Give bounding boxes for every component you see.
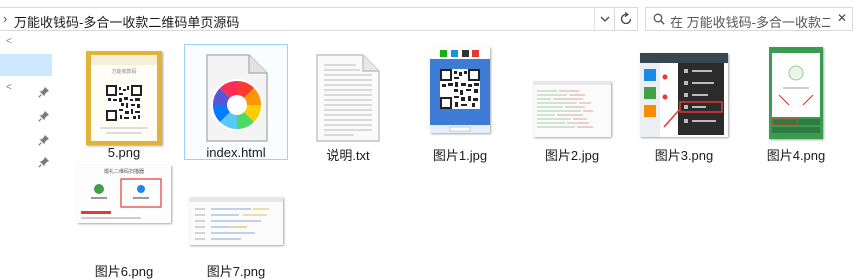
- file-name: 图片7.png: [206, 264, 266, 279]
- pin-icon[interactable]: [38, 156, 50, 168]
- image-thumbnail: [430, 47, 490, 133]
- file-name: 图片6.png: [94, 264, 154, 279]
- search-input[interactable]: 在 万能收钱码-多合一收款二...: [670, 12, 830, 31]
- address-bar[interactable]: › 万能收钱码-多合一收款二维码单页源码: [0, 7, 615, 31]
- file-item-image4-png[interactable]: 图片4.png: [744, 47, 848, 163]
- file-item-image6-png[interactable]: 婚礼二维码扫描器 图片6.png: [72, 163, 176, 279]
- address-path[interactable]: 万能收钱码-多合一收款二维码单页源码: [14, 12, 239, 31]
- file-item-5-png[interactable]: 万能收款码 5.png: [72, 47, 176, 160]
- file-item-image2-jpg[interactable]: 图片2.jpg: [520, 47, 624, 163]
- file-name: 图片1.jpg: [432, 148, 488, 163]
- file-name: 说明.txt: [326, 148, 370, 163]
- top-bar: › 万能收钱码-多合一收款二维码单页源码 在 万能收钱码-多合一收款二... ✕: [0, 0, 861, 36]
- browser-swirl-icon: [211, 79, 263, 131]
- pin-icon[interactable]: [38, 134, 50, 146]
- text-file-icon: [316, 54, 380, 142]
- thumbnail-title: 婚礼二维码扫描器: [104, 168, 144, 175]
- search-box[interactable]: 在 万能收钱码-多合一收款二... ✕: [645, 7, 853, 31]
- image-thumbnail: [640, 53, 728, 137]
- thumbnail-title: 万能收款码: [111, 68, 136, 75]
- nav-item-selected[interactable]: [0, 54, 52, 76]
- html-file-icon: [206, 54, 268, 142]
- image-thumbnail: [533, 81, 611, 137]
- refresh-icon: [620, 12, 632, 25]
- file-name: 图片4.png: [766, 148, 826, 163]
- image-thumbnail: [189, 197, 283, 245]
- file-item-readme-txt[interactable]: 说明.txt: [296, 47, 400, 163]
- image-thumbnail: [769, 47, 823, 139]
- chevron-left-icon[interactable]: <: [6, 36, 12, 47]
- chevron-down-icon[interactable]: [594, 8, 614, 30]
- search-icon: [653, 13, 665, 25]
- file-name: 5.png: [107, 145, 141, 160]
- file-name: 图片2.jpg: [544, 148, 600, 163]
- file-item-index-html[interactable]: index.html: [184, 44, 288, 160]
- file-name: index.html: [206, 145, 266, 160]
- image-thumbnail: 万能收款码: [86, 51, 162, 145]
- file-item-image7-png[interactable]: 图片7.png: [184, 163, 288, 279]
- pin-icon[interactable]: [38, 110, 50, 122]
- file-item-image3-png[interactable]: 图片3.png: [632, 47, 736, 163]
- navigation-pane: < <: [0, 36, 66, 250]
- file-name: 图片3.png: [654, 148, 714, 163]
- file-item-image1-jpg[interactable]: 图片1.jpg: [408, 47, 512, 163]
- pin-icon[interactable]: [38, 86, 50, 98]
- image-thumbnail: 婚礼二维码扫描器: [77, 165, 171, 223]
- clear-search-icon[interactable]: ✕: [837, 11, 847, 25]
- qr-code: [106, 85, 142, 121]
- refresh-button[interactable]: [614, 7, 638, 31]
- breadcrumb-separator-icon[interactable]: ›: [3, 11, 7, 26]
- chevron-left-icon[interactable]: <: [6, 82, 12, 93]
